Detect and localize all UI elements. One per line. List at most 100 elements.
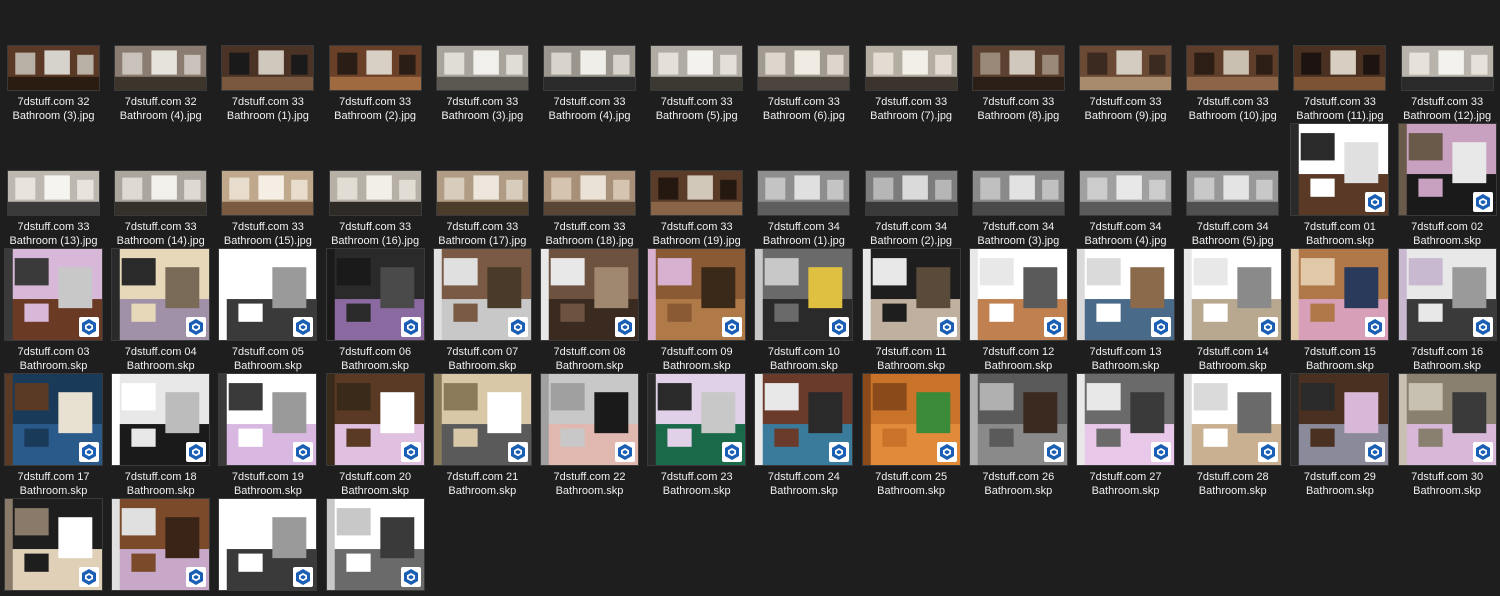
file-item-37[interactable]: 7dstuff.com 11 Bathroom.skp (858, 248, 965, 375)
file-item-42[interactable]: 7dstuff.com 16 Bathroom.skp (1394, 248, 1500, 375)
file-item-22[interactable]: 7dstuff.com 34 Bathroom (1).jpg (750, 125, 857, 250)
file-item-58[interactable]: 7dstuff.com 32 Bathroom.skp (107, 498, 214, 596)
sketchup-icon (936, 317, 957, 337)
file-item-57[interactable]: 7dstuff.com 31 Bathroom.skp (0, 498, 107, 596)
file-name-line2: Bathroom.skp (448, 485, 517, 497)
file-item-38[interactable]: 7dstuff.com 12 Bathroom.skp (965, 248, 1072, 375)
file-item-47[interactable]: 7dstuff.com 21 Bathroom.skp (429, 373, 536, 500)
file-item-50[interactable]: 7dstuff.com 24 Bathroom.skp (750, 373, 857, 500)
file-item-7[interactable]: 7dstuff.com 33 Bathroom (5).jpg (643, 0, 750, 125)
file-icon-grid: 7dstuff.com 32 Bathroom (3).jpg 7dstuff.… (0, 0, 1500, 596)
file-thumbnail (757, 45, 851, 91)
file-item-28[interactable]: 7dstuff.com 02 Bathroom.skp (1394, 123, 1500, 250)
file-name-line2: Bathroom.skp (19, 485, 88, 497)
file-name-line2: Bathroom.skp (1091, 485, 1160, 497)
file-name-line1: 7dstuff.com 10 (767, 346, 840, 358)
file-item-23[interactable]: 7dstuff.com 34 Bathroom (2).jpg (858, 125, 965, 250)
file-item-3[interactable]: 7dstuff.com 33 Bathroom (1).jpg (214, 0, 321, 125)
file-thumbnail (218, 498, 318, 591)
file-item-26[interactable]: 7dstuff.com 34 Bathroom (5).jpg (1179, 125, 1286, 250)
file-thumbnail (7, 170, 100, 216)
file-item-11[interactable]: 7dstuff.com 33 Bathroom (9).jpg (1072, 0, 1179, 125)
file-item-43[interactable]: 7dstuff.com 17 Bathroom.skp (0, 373, 107, 500)
file-name-line1: 7dstuff.com 33 (553, 96, 626, 108)
file-item-52[interactable]: 7dstuff.com 26 Bathroom.skp (965, 373, 1072, 500)
file-item-31[interactable]: 7dstuff.com 05 Bathroom.skp (214, 248, 321, 375)
file-name-line2: Bathroom (9).jpg (1084, 110, 1167, 122)
file-item-10[interactable]: 7dstuff.com 33 Bathroom (8).jpg (965, 0, 1072, 125)
file-item-8[interactable]: 7dstuff.com 33 Bathroom (6).jpg (750, 0, 857, 125)
sketchup-icon (1151, 317, 1171, 337)
file-item-29[interactable]: 7dstuff.com 03 Bathroom.skp (0, 248, 107, 375)
file-thumbnail (4, 373, 103, 466)
file-item-39[interactable]: 7dstuff.com 13 Bathroom.skp (1072, 248, 1179, 375)
file-name-line2: Bathroom.skp (341, 360, 410, 372)
file-thumbnail (1079, 45, 1172, 91)
file-item-54[interactable]: 7dstuff.com 28 Bathroom.skp (1179, 373, 1286, 500)
file-item-44[interactable]: 7dstuff.com 18 Bathroom.skp (107, 373, 214, 500)
file-thumbnail (1079, 170, 1172, 216)
file-name-line2: Bathroom.skp (448, 360, 517, 372)
file-item-21[interactable]: 7dstuff.com 33 Bathroom (19).jpg (643, 125, 750, 250)
file-thumbnail (543, 170, 636, 216)
file-name-line1: 7dstuff.com 33 (17, 221, 90, 233)
file-name-line2: Bathroom.skp (555, 360, 624, 372)
file-item-20[interactable]: 7dstuff.com 33 Bathroom (18).jpg (536, 125, 643, 250)
file-item-13[interactable]: 7dstuff.com 33 Bathroom (11).jpg (1286, 0, 1393, 125)
sketchup-icon (186, 567, 207, 587)
file-item-32[interactable]: 7dstuff.com 06 Bathroom.skp (322, 248, 429, 375)
file-thumbnail (1290, 248, 1390, 341)
file-thumbnail (7, 45, 100, 91)
file-item-48[interactable]: 7dstuff.com 22 Bathroom.skp (536, 373, 643, 500)
file-name-line1: 7dstuff.com 28 (1196, 471, 1269, 483)
file-item-2[interactable]: 7dstuff.com 32 Bathroom (4).jpg (107, 0, 214, 125)
file-thumbnail (1290, 123, 1390, 216)
file-item-17[interactable]: 7dstuff.com 33 Bathroom (15).jpg (214, 125, 321, 250)
file-item-36[interactable]: 7dstuff.com 10 Bathroom.skp (750, 248, 857, 375)
file-item-16[interactable]: 7dstuff.com 33 Bathroom (14).jpg (107, 125, 214, 250)
file-name-line2: Bathroom (5).jpg (655, 110, 738, 122)
file-item-24[interactable]: 7dstuff.com 34 Bathroom (3).jpg (965, 125, 1072, 250)
sketchup-icon (507, 317, 528, 337)
file-item-9[interactable]: 7dstuff.com 33 Bathroom (7).jpg (858, 0, 965, 125)
file-caption: 7dstuff.com 33 Bathroom (13).jpg (0, 220, 107, 248)
file-name-line1: 7dstuff.com 25 (875, 471, 948, 483)
file-name-line1: 7dstuff.com 33 (446, 96, 519, 108)
file-name-line1: 7dstuff.com 33 (767, 96, 840, 108)
file-item-4[interactable]: 7dstuff.com 33 Bathroom (2).jpg (322, 0, 429, 125)
sketchup-icon (1365, 317, 1386, 337)
file-caption: 7dstuff.com 34 Bathroom (1).jpg (750, 220, 857, 248)
file-item-15[interactable]: 7dstuff.com 33 Bathroom (13).jpg (0, 125, 107, 250)
file-item-14[interactable]: 7dstuff.com 33 Bathroom (12).jpg (1394, 0, 1500, 125)
file-item-56[interactable]: 7dstuff.com 30 Bathroom.skp (1394, 373, 1500, 500)
file-item-40[interactable]: 7dstuff.com 14 Bathroom.skp (1179, 248, 1286, 375)
file-name-line2: Bathroom.skp (126, 485, 195, 497)
file-item-6[interactable]: 7dstuff.com 33 Bathroom (4).jpg (536, 0, 643, 125)
file-item-45[interactable]: 7dstuff.com 19 Bathroom.skp (214, 373, 321, 500)
file-item-55[interactable]: 7dstuff.com 29 Bathroom.skp (1286, 373, 1393, 500)
file-thumbnail (540, 248, 639, 341)
file-item-35[interactable]: 7dstuff.com 09 Bathroom.skp (643, 248, 750, 375)
file-name-line1: 7dstuff.com 15 (1303, 346, 1376, 358)
file-item-5[interactable]: 7dstuff.com 33 Bathroom (3).jpg (429, 0, 536, 125)
file-item-18[interactable]: 7dstuff.com 33 Bathroom (16).jpg (322, 125, 429, 250)
file-item-1[interactable]: 7dstuff.com 32 Bathroom (3).jpg (0, 0, 107, 125)
file-item-41[interactable]: 7dstuff.com 15 Bathroom.skp (1286, 248, 1393, 375)
file-name-line1: 7dstuff.com 01 (1303, 221, 1376, 233)
file-item-30[interactable]: 7dstuff.com 04 Bathroom.skp (107, 248, 214, 375)
file-item-49[interactable]: 7dstuff.com 23 Bathroom.skp (643, 373, 750, 500)
file-item-51[interactable]: 7dstuff.com 25 Bathroom.skp (858, 373, 965, 500)
file-item-34[interactable]: 7dstuff.com 08 Bathroom.skp (536, 248, 643, 375)
file-thumbnail (435, 45, 529, 91)
file-item-25[interactable]: 7dstuff.com 34 Bathroom (4).jpg (1072, 125, 1179, 250)
file-name-line1: 7dstuff.com 19 (231, 471, 304, 483)
file-item-12[interactable]: 7dstuff.com 33 Bathroom (10).jpg (1179, 0, 1286, 125)
file-item-33[interactable]: 7dstuff.com 07 Bathroom.skp (429, 248, 536, 375)
file-item-60[interactable]: 7dstuff.com 34 Bathroom.skp (322, 498, 429, 596)
file-item-59[interactable]: 7dstuff.com 33 Bathroom.skp (214, 498, 321, 596)
file-item-46[interactable]: 7dstuff.com 20 Bathroom.skp (322, 373, 429, 500)
file-item-53[interactable]: 7dstuff.com 27 Bathroom.skp (1072, 373, 1179, 500)
file-caption: 7dstuff.com 17 Bathroom.skp (0, 470, 107, 498)
file-item-19[interactable]: 7dstuff.com 33 Bathroom (17).jpg (429, 125, 536, 250)
file-item-27[interactable]: 7dstuff.com 01 Bathroom.skp (1286, 123, 1393, 250)
